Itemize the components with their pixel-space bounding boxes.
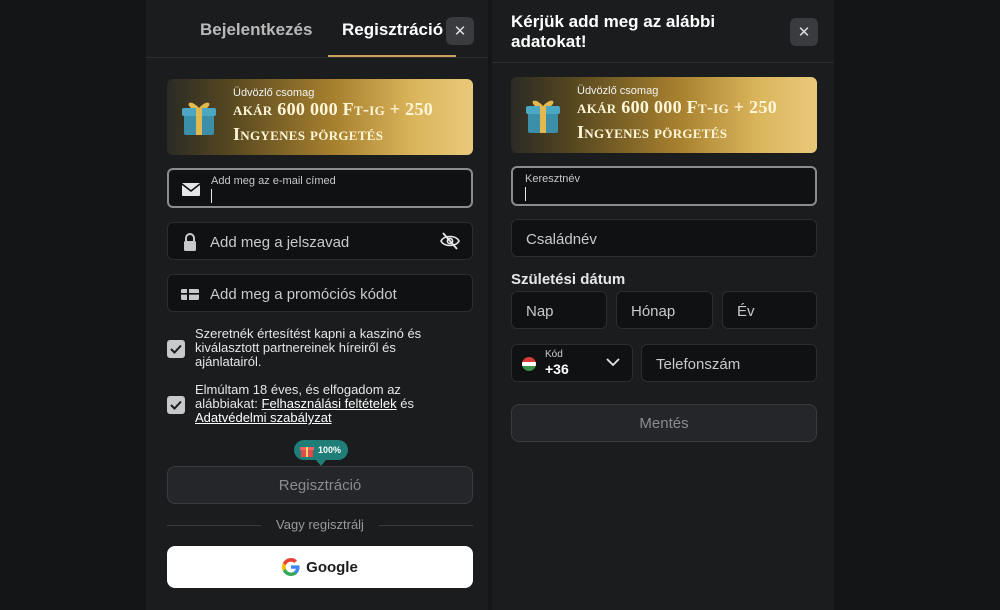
terms-text: Elmúltam 18 éves, és elfogadom az alábbi… bbox=[195, 383, 465, 425]
banner-offer-line2: Ingyenes pörgetés bbox=[577, 122, 728, 142]
promo-code-field[interactable]: Add meg a promóciós kódot bbox=[167, 274, 473, 312]
eye-off-icon[interactable] bbox=[440, 232, 460, 250]
tab-login[interactable]: Bejelentkezés bbox=[200, 20, 312, 40]
firstname-field[interactable]: Keresztnév bbox=[511, 166, 817, 206]
day-placeholder: Nap bbox=[526, 303, 554, 320]
banner-subtitle: Üdvözlő csomag bbox=[577, 85, 659, 97]
checkmark-icon bbox=[170, 400, 182, 410]
banner-subtitle: Üdvözlő csomag bbox=[233, 87, 315, 99]
banner-offer-line1: akár 600 000 Ft-ig + 250 bbox=[233, 99, 434, 119]
chevron-down-icon bbox=[606, 358, 620, 367]
year-placeholder: Év bbox=[737, 303, 755, 320]
month-placeholder: Hónap bbox=[631, 303, 676, 320]
newsletter-text: Szeretnék értesítést kapni a kaszinó és … bbox=[195, 326, 422, 369]
text-caret bbox=[525, 187, 526, 201]
panel-title: Kérjük add meg az alábbi adatokat! bbox=[511, 12, 716, 51]
close-button[interactable]: ✕ bbox=[446, 17, 474, 45]
lock-icon bbox=[184, 233, 196, 251]
header-divider bbox=[492, 62, 834, 63]
auth-tabs: Bejelentkezés Regisztráció bbox=[146, 0, 488, 58]
gift-icon bbox=[300, 446, 314, 457]
email-field[interactable]: Add meg az e-mail címed bbox=[167, 168, 473, 208]
google-icon bbox=[282, 558, 300, 576]
birth-month-field[interactable]: Hónap bbox=[616, 291, 713, 329]
save-button[interactable]: Mentés bbox=[511, 404, 817, 442]
gift-icon bbox=[526, 100, 560, 133]
phone-placeholder: Telefonszám bbox=[656, 356, 741, 373]
promo-placeholder: Add meg a promóciós kódot bbox=[210, 286, 397, 303]
banner-offer-line1: akár 600 000 Ft-ig + 250 bbox=[577, 97, 778, 117]
progress-percent: 100% bbox=[318, 445, 342, 455]
checkmark-icon bbox=[170, 344, 182, 354]
envelope-icon bbox=[181, 183, 201, 196]
active-tab-indicator bbox=[328, 55, 456, 57]
lastname-placeholder: Családnév bbox=[526, 231, 597, 248]
registration-panel: Bejelentkezés Regisztráció ✕ Üdvözlő cso… bbox=[146, 0, 488, 610]
or-divider: Vagy regisztrálj bbox=[167, 517, 473, 533]
banner-offer-line2: Ingyenes pörgetés bbox=[233, 124, 384, 144]
gift-icon bbox=[182, 102, 216, 135]
welcome-banner: Üdvözlő csomag akár 600 000 Ft-ig + 250 … bbox=[511, 77, 817, 153]
divider-line-right bbox=[379, 525, 473, 526]
progress-badge: 100% bbox=[294, 440, 348, 466]
welcome-banner: Üdvözlő csomag akár 600 000 Ft-ig + 250 … bbox=[167, 79, 473, 155]
password-field[interactable]: Add meg a jelszavad bbox=[167, 222, 473, 260]
birth-day-field[interactable]: Nap bbox=[511, 291, 607, 329]
terms-text-and: és bbox=[396, 396, 414, 411]
newsletter-checkbox[interactable] bbox=[167, 340, 185, 358]
terms-checkbox[interactable] bbox=[167, 396, 185, 414]
privacy-link[interactable]: Adatvédelmi szabályzat bbox=[195, 410, 332, 425]
hungary-flag-icon bbox=[522, 357, 536, 371]
google-label: Google bbox=[306, 558, 358, 576]
text-caret bbox=[211, 189, 212, 203]
birthdate-label: Születési dátum bbox=[511, 271, 626, 288]
firstname-label: Keresztnév bbox=[525, 173, 581, 185]
birth-year-field[interactable]: Év bbox=[722, 291, 817, 329]
register-button[interactable]: Regisztráció bbox=[167, 466, 473, 504]
tab-register[interactable]: Regisztráció bbox=[342, 20, 443, 40]
terms-link[interactable]: Felhasználási feltételek bbox=[262, 396, 397, 411]
google-signup-button[interactable]: Google bbox=[167, 546, 473, 588]
lastname-field[interactable]: Családnév bbox=[511, 219, 817, 257]
country-code-select[interactable]: Kód +36 bbox=[511, 344, 633, 382]
personal-details-panel: Kérjük add meg az alábbi adatokat! ✕ Üdv… bbox=[492, 0, 834, 610]
phone-field[interactable]: Telefonszám bbox=[641, 344, 817, 382]
country-code-label: Kód bbox=[545, 349, 563, 360]
close-button[interactable]: ✕ bbox=[790, 18, 818, 46]
country-code-value: +36 bbox=[545, 361, 569, 377]
password-placeholder: Add meg a jelszavad bbox=[210, 234, 350, 251]
gift-card-icon bbox=[181, 289, 199, 300]
email-label: Add meg az e-mail címed bbox=[211, 175, 336, 187]
